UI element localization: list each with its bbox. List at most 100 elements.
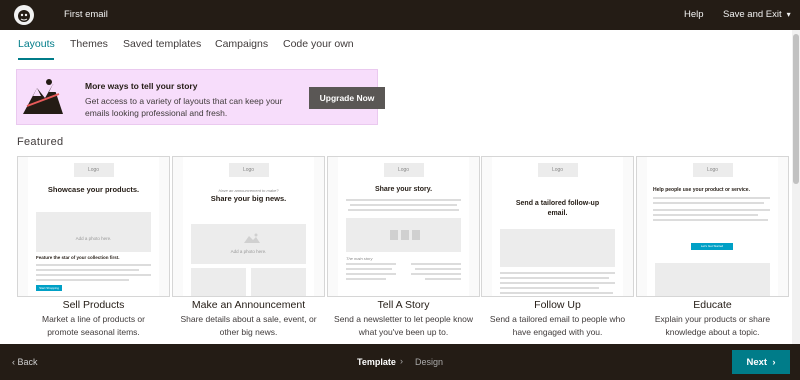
card-title-tell-a-story[interactable]: Tell A Story — [327, 299, 480, 311]
upgrade-promo-banner: More ways to tell your story Get access … — [16, 69, 385, 125]
template-preview: Logo Showcase your products. Add a photo… — [28, 157, 159, 296]
back-label: Back — [17, 357, 38, 367]
photo-placeholder — [655, 263, 770, 296]
step-template: Template — [357, 357, 396, 367]
preview-logo: Logo — [537, 163, 578, 177]
card-title-make-an-announcement[interactable]: Make an Announcement — [172, 299, 325, 311]
scrollbar-thumb[interactable] — [793, 34, 799, 184]
promo-description: Get access to a variety of layouts that … — [85, 96, 283, 118]
image-placeholder-icon — [390, 230, 420, 240]
preview-heading: Showcase your products. — [47, 185, 140, 194]
active-tab-indicator — [18, 58, 54, 60]
template-card-tell-a-story[interactable]: Logo Share your story. The main story — [327, 156, 480, 297]
help-link[interactable]: Help — [684, 9, 704, 20]
template-card-follow-up[interactable]: Logo Send a tailored follow-up email. — [481, 156, 634, 297]
template-preview: Logo Help people use your product or ser… — [647, 157, 778, 296]
preview-subheading: Feature the star of your collection firs… — [36, 255, 120, 260]
text-line — [415, 268, 461, 270]
upgrade-now-button[interactable]: Upgrade Now — [309, 87, 385, 109]
footer-bar: ‹ Back Template › Design Next › — [0, 344, 800, 380]
promo-title: More ways to tell your story — [85, 81, 198, 91]
text-line — [653, 214, 758, 216]
tab-layouts[interactable]: Layouts — [18, 38, 55, 50]
text-line — [500, 277, 609, 279]
page-scrollbar[interactable] — [792, 30, 800, 344]
template-preview: Logo Share your story. The main story — [338, 157, 469, 296]
text-line — [500, 282, 615, 284]
text-line — [36, 274, 151, 276]
tab-campaigns[interactable]: Campaigns — [215, 38, 268, 50]
text-line — [36, 269, 139, 271]
text-line — [36, 279, 129, 281]
preview-kicker: Have an announcement to make? — [218, 188, 279, 193]
card-title-follow-up[interactable]: Follow Up — [481, 299, 634, 311]
template-card-educate[interactable]: Logo Help people use your product or ser… — [636, 156, 789, 297]
photo-placeholder: Add a photo here. — [36, 212, 151, 252]
tab-code-your-own[interactable]: Code your own — [283, 38, 354, 50]
template-preview: Logo Send a tailored follow-up email. — [492, 157, 623, 296]
card-desc-educate: Explain your products or share knowledge… — [654, 314, 771, 337]
photo-placeholder — [346, 218, 461, 252]
photo-placeholder — [251, 268, 306, 296]
text-line — [653, 209, 770, 211]
template-card-make-an-announcement[interactable]: Logo Have an announcement to make? Share… — [172, 156, 325, 297]
chevron-right-icon: › — [400, 356, 403, 366]
preview-heading: Send a tailored follow-up email. — [515, 200, 600, 217]
card-title-educate[interactable]: Educate — [636, 299, 789, 311]
card-desc-follow-up: Send a tailored email to people who have… — [489, 314, 626, 337]
next-button[interactable]: Next › — [732, 350, 790, 374]
text-line — [346, 263, 396, 265]
photo-placeholder-label: Add a photo here. — [75, 236, 112, 241]
tab-themes[interactable]: Themes — [70, 38, 108, 50]
text-line — [346, 273, 396, 275]
step-design[interactable]: Design — [415, 357, 443, 367]
section-title: Featured — [17, 136, 64, 148]
text-line — [500, 292, 613, 294]
preview-button: Start Shopping — [36, 285, 62, 291]
template-preview: Logo Have an announcement to make? Share… — [183, 157, 314, 296]
text-line — [36, 264, 151, 266]
preview-heading: Help people use your product or service. — [653, 187, 750, 193]
tab-saved-templates[interactable]: Saved templates — [123, 38, 201, 50]
photo-placeholder — [191, 268, 246, 296]
text-line — [425, 278, 461, 280]
save-and-exit-button[interactable]: Save and Exit ▾ — [723, 9, 791, 20]
card-desc-sell-products: Market a line of products or promote sea… — [42, 314, 145, 337]
preview-logo: Logo — [383, 163, 424, 177]
chevron-down-icon: ▾ — [786, 10, 791, 19]
text-line — [653, 219, 768, 221]
text-line — [653, 202, 764, 204]
photo-placeholder: Add a photo here. — [191, 224, 306, 264]
card-desc-make-an-announcement: Share details about a sale, event, or ot… — [180, 314, 317, 337]
top-bar: First email Help Save and Exit ▾ — [0, 0, 800, 30]
text-line — [350, 204, 457, 206]
preview-subheading: The main story — [346, 256, 373, 261]
chevron-right-icon: › — [767, 356, 776, 368]
text-line — [411, 263, 461, 265]
text-line — [500, 287, 599, 289]
text-line — [653, 197, 770, 199]
save-and-exit-label: Save and Exit — [723, 9, 782, 20]
back-button[interactable]: ‹ Back — [12, 357, 38, 367]
text-line — [411, 273, 461, 275]
image-placeholder-icon — [244, 233, 260, 243]
preview-heading: Share your big news. — [210, 194, 287, 203]
card-title-sell-products[interactable]: Sell Products — [17, 299, 170, 311]
text-line — [348, 209, 459, 211]
text-line — [346, 278, 386, 280]
preview-logo: Logo — [228, 163, 269, 177]
template-card-sell-products[interactable]: Logo Showcase your products. Add a photo… — [17, 156, 170, 297]
text-line — [346, 199, 461, 201]
text-line — [346, 268, 392, 270]
next-label: Next — [746, 356, 768, 368]
preview-heading: Share your story. — [374, 186, 433, 193]
preview-logo: Logo — [73, 163, 114, 177]
campaign-title: First email — [64, 9, 108, 20]
preview-logo: Logo — [692, 163, 733, 177]
photo-placeholder — [500, 229, 615, 267]
promo-illustration-icon — [19, 76, 67, 118]
preview-button: Let's Get Started — [691, 243, 733, 250]
text-line — [500, 272, 615, 274]
mailchimp-logo-icon[interactable] — [12, 3, 36, 27]
card-desc-tell-a-story: Send a newsletter to let people know wha… — [334, 314, 473, 337]
